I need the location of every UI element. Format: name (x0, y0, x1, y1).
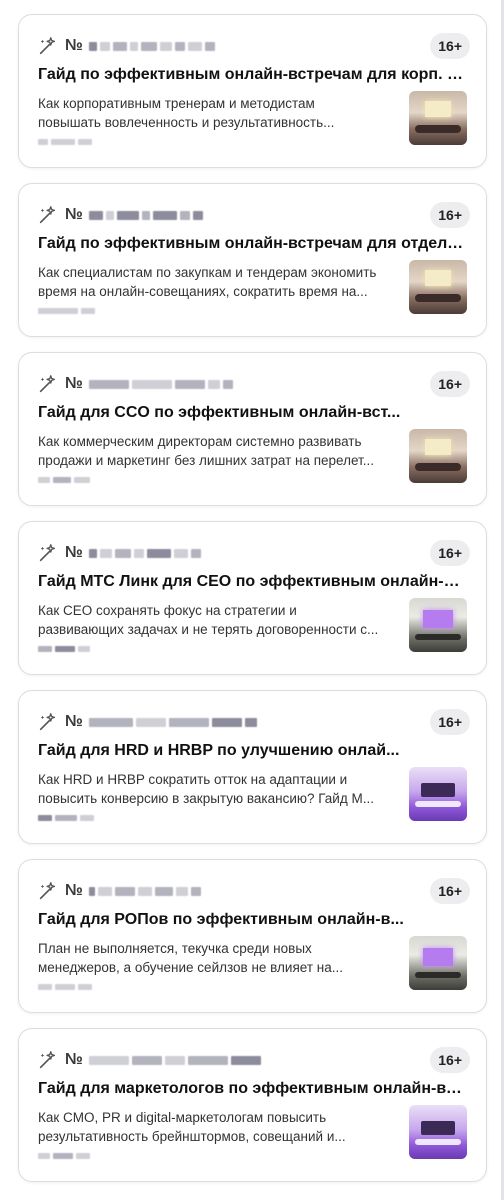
age-rating-badge: 16+ (430, 540, 470, 566)
feed-card[interactable]: № 16+ Гайд для HRD и HRBP по улучшению о… (18, 690, 487, 844)
thumbnail-image[interactable] (409, 91, 467, 145)
card-header: № (37, 540, 201, 566)
card-description: Как CMO, PR и digital-маркетологам повыс… (38, 1108, 398, 1146)
redacted-footer (38, 984, 92, 990)
card-title[interactable]: Гайд по эффективным онлайн-встречам для … (38, 66, 468, 84)
description-line: Как HRD и HRBP сократить отток на адапта… (38, 772, 348, 787)
description-line: Как корпоративным тренерам и методистам (38, 96, 315, 111)
redacted-number (88, 210, 203, 220)
description-line: повышать вовлеченность и результативност… (38, 115, 335, 130)
number-sign: № (65, 713, 83, 730)
magic-wand-icon (39, 1051, 56, 1069)
description-line: результативность брейнштормов, совещаний… (38, 1129, 346, 1144)
card-description: План не выполняется, текучка среди новых… (38, 939, 398, 977)
description-line: продажи и маркетинг без лишних затрат на… (38, 453, 374, 468)
number-sign: № (65, 544, 83, 561)
number-sign: № (65, 206, 83, 223)
card-title[interactable]: Гайд по эффективным онлайн-встречам для … (38, 235, 468, 253)
redacted-footer (38, 646, 90, 652)
redacted-number (88, 41, 215, 51)
card-title[interactable]: Гайд МТС Линк для CEO по эффективным онл… (38, 573, 468, 591)
card-header: № (37, 371, 233, 397)
thumbnail-image[interactable] (409, 429, 467, 483)
magic-wand-icon (39, 375, 56, 393)
content-feed: № 16+ Гайд по эффективным онлайн-встреча… (18, 14, 487, 1197)
redacted-number (88, 1055, 261, 1065)
description-line: менеджеров, а обучение сейлзов не влияет… (38, 960, 343, 975)
feed-card[interactable]: № 16+ Гайд для РОПов по эффективным онла… (18, 859, 487, 1013)
card-title[interactable]: Гайд для маркетологов по эффективным онл… (38, 1080, 468, 1098)
feed-card[interactable]: № 16+ Гайд для CCO по эффективным онлайн… (18, 352, 487, 506)
card-description: Как HRD и HRBP сократить отток на адапта… (38, 770, 398, 808)
description-line: Как CMO, PR и digital-маркетологам повыс… (38, 1110, 327, 1125)
feed-card[interactable]: № 16+ Гайд МТС Линк для CEO по эффективн… (18, 521, 487, 675)
feed-card[interactable]: № 16+ Гайд для маркетологов по эффективн… (18, 1028, 487, 1182)
feed-card[interactable]: № 16+ Гайд по эффективным онлайн-встреча… (18, 183, 487, 337)
redacted-number (88, 886, 201, 896)
card-title[interactable]: Гайд для CCO по эффективным онлайн-вст..… (38, 404, 468, 422)
redacted-footer (38, 1153, 90, 1159)
description-line: развивающих задачах и не терять договоре… (38, 622, 379, 637)
number-sign: № (65, 882, 83, 899)
thumbnail-image[interactable] (409, 598, 467, 652)
card-title[interactable]: Гайд для HRD и HRBP по улучшению онлай..… (38, 742, 468, 760)
description-line: повысить конверсию в закрытую вакансию? … (38, 791, 374, 806)
card-header: № (37, 878, 201, 904)
redacted-footer (38, 477, 90, 483)
magic-wand-icon (39, 37, 56, 55)
description-line: План не выполняется, текучка среди новых (38, 941, 312, 956)
redacted-number (88, 379, 233, 389)
card-description: Как корпоративным тренерам и методистам … (38, 94, 398, 132)
age-rating-badge: 16+ (430, 202, 470, 228)
thumbnail-image[interactable] (409, 1105, 467, 1159)
card-title[interactable]: Гайд для РОПов по эффективным онлайн-в..… (38, 911, 468, 929)
card-description: Как специалистам по закупкам и тендерам … (38, 263, 398, 301)
magic-wand-icon (39, 713, 56, 731)
age-rating-badge: 16+ (430, 878, 470, 904)
card-description: Как CEO сохранять фокус на стратегии и р… (38, 601, 398, 639)
redacted-footer (38, 308, 95, 314)
card-header: № (37, 709, 257, 735)
number-sign: № (65, 1051, 83, 1068)
magic-wand-icon (39, 882, 56, 900)
card-description: Как коммерческим директорам системно раз… (38, 432, 398, 470)
redacted-footer (38, 815, 94, 821)
age-rating-badge: 16+ (430, 1047, 470, 1073)
description-line: Как коммерческим директорам системно раз… (38, 434, 362, 449)
card-header: № (37, 202, 203, 228)
age-rating-badge: 16+ (430, 371, 470, 397)
number-sign: № (65, 37, 83, 54)
description-line: время на онлайн-совещаниях, сократить вр… (38, 284, 368, 299)
description-line: Как специалистам по закупкам и тендерам … (38, 265, 377, 280)
magic-wand-icon (39, 544, 56, 562)
number-sign: № (65, 375, 83, 392)
age-rating-badge: 16+ (430, 33, 470, 59)
redacted-number (88, 717, 257, 727)
redacted-number (88, 548, 201, 558)
thumbnail-image[interactable] (409, 767, 467, 821)
thumbnail-image[interactable] (409, 936, 467, 990)
redacted-footer (38, 139, 92, 145)
description-line: Как CEO сохранять фокус на стратегии и (38, 603, 297, 618)
magic-wand-icon (39, 206, 56, 224)
feed-card[interactable]: № 16+ Гайд по эффективным онлайн-встреча… (18, 14, 487, 168)
thumbnail-image[interactable] (409, 260, 467, 314)
age-rating-badge: 16+ (430, 709, 470, 735)
card-header: № (37, 33, 215, 59)
card-header: № (37, 1047, 261, 1073)
